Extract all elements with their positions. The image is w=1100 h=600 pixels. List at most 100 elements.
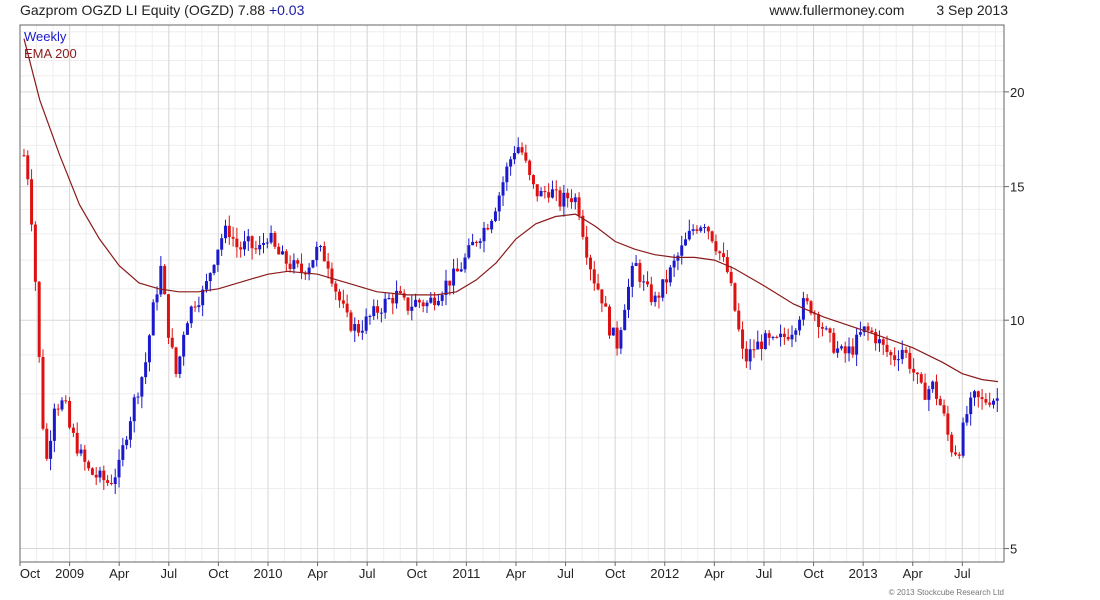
candle-body [79,449,83,454]
candle-body [254,248,258,250]
candle-body [550,189,554,198]
candle-body [250,236,254,249]
candle-body [680,245,684,256]
candle-body [106,480,110,483]
x-tick-label: Oct [20,566,41,581]
candle-body [562,192,566,207]
candle-body [893,355,897,361]
candle-body [68,400,72,428]
candle-body [588,257,592,270]
candle-body [600,289,604,304]
y-tick-label: 15 [1010,180,1024,195]
candle-body [798,319,802,331]
candle-body [94,474,98,478]
candle-body [969,397,973,415]
candle-body [300,263,304,273]
candle-body [805,298,809,302]
candle-body [509,159,513,167]
candle-body [642,281,646,283]
candle-body [836,348,840,353]
candle-body [931,381,935,390]
candle-body [585,236,589,258]
candle-body [703,227,707,229]
ema200-line [23,38,999,383]
x-tick-label: Oct [803,566,824,581]
candle-body [41,356,45,429]
candle-body [204,281,208,290]
candle-body [147,335,151,363]
candle-body [398,290,402,294]
candle-body [128,421,132,440]
candle-body [410,306,414,311]
candle-body [98,470,102,478]
candle-body [763,333,767,350]
candle-body [672,260,676,268]
candle-body [166,294,170,338]
candle-body [661,279,665,298]
candle-body [927,389,931,400]
candle-body [90,468,94,475]
candle-body [984,399,988,403]
candle-body [577,197,581,216]
candle-body [896,359,900,361]
candle-body [64,400,68,402]
candle-body [953,452,957,455]
candle-body [737,310,741,330]
y-tick-label: 5 [1010,542,1017,557]
candle-body [824,328,828,330]
candle-body [885,344,889,353]
candle-body [611,327,615,336]
candle-body [626,286,630,310]
candle-body [486,227,490,230]
candle-body [482,227,486,242]
candle-body [687,230,691,240]
candle-body [889,352,893,356]
candle-body [155,294,159,303]
candlestick-chart: 5 10 15 20 Oct 2009 Apr Jul Oct 2010 Apr Jul Oct 2011… [19,24,1024,581]
candle-body [866,326,870,331]
x-tick-label: Jul [359,566,376,581]
candle-body [281,251,285,255]
candle-body [657,295,661,298]
x-tick-label: Jul [954,566,971,581]
x-tick-label: Jul [160,566,177,581]
candle-body [261,242,265,245]
candle-body [45,428,49,459]
candle-body [539,190,543,197]
candle-body [619,330,623,349]
candle-body [638,263,642,282]
x-tick-label: Oct [605,566,626,581]
candle-body [273,232,277,247]
candle-body [760,341,764,350]
candle-body [87,461,91,469]
legend-item: EMA 200 [24,46,77,61]
candle-body [847,346,851,354]
candle-body [189,306,193,324]
candle-body [516,147,520,154]
candle-body [646,281,650,285]
candle-body [292,260,296,269]
candle-body [338,291,342,301]
candle-body [653,295,657,303]
candle-body [630,265,634,287]
candle-body [109,482,113,484]
candle-body [699,227,703,231]
candle-body [448,280,452,286]
candle-body [284,251,288,264]
x-tick-label: Oct [407,566,428,581]
candle-body [934,381,938,399]
candle-body [706,227,710,232]
candle-body [33,224,37,282]
candle-body [741,329,745,349]
candle-body [463,257,467,270]
candle-body [311,260,315,268]
candle-body [752,349,756,351]
candle-body [452,268,456,286]
candle-body [368,316,372,318]
candle-body [26,155,30,180]
candle-body [330,268,334,284]
candle-body [980,397,984,400]
candle-body [820,327,824,329]
candle-body [334,283,338,292]
candle-body [182,334,186,357]
